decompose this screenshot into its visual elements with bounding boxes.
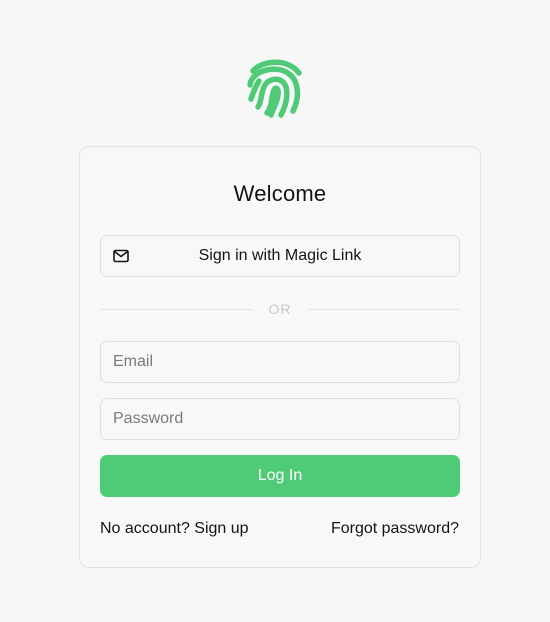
forgot-password-link[interactable]: Forgot password?	[331, 520, 459, 538]
or-divider: OR	[100, 301, 460, 317]
login-page: Welcome Sign in with Magic Link OR Log I…	[0, 0, 550, 622]
password-input[interactable]	[100, 398, 460, 440]
magic-link-label: Sign in with Magic Link	[198, 247, 362, 264]
divider-text: OR	[268, 301, 292, 317]
login-button[interactable]: Log In	[100, 455, 460, 497]
email-input[interactable]	[100, 341, 460, 383]
page-title: Welcome	[233, 181, 327, 206]
divider-line-right	[307, 308, 460, 310]
mail-icon	[113, 249, 129, 263]
magic-link-button[interactable]: Sign in with Magic Link	[100, 235, 460, 277]
signup-link[interactable]: No account? Sign up	[100, 520, 249, 538]
login-card: Welcome Sign in with Magic Link OR Log I…	[79, 146, 481, 568]
fingerprint-icon	[247, 59, 302, 118]
divider-line-left	[100, 308, 253, 310]
